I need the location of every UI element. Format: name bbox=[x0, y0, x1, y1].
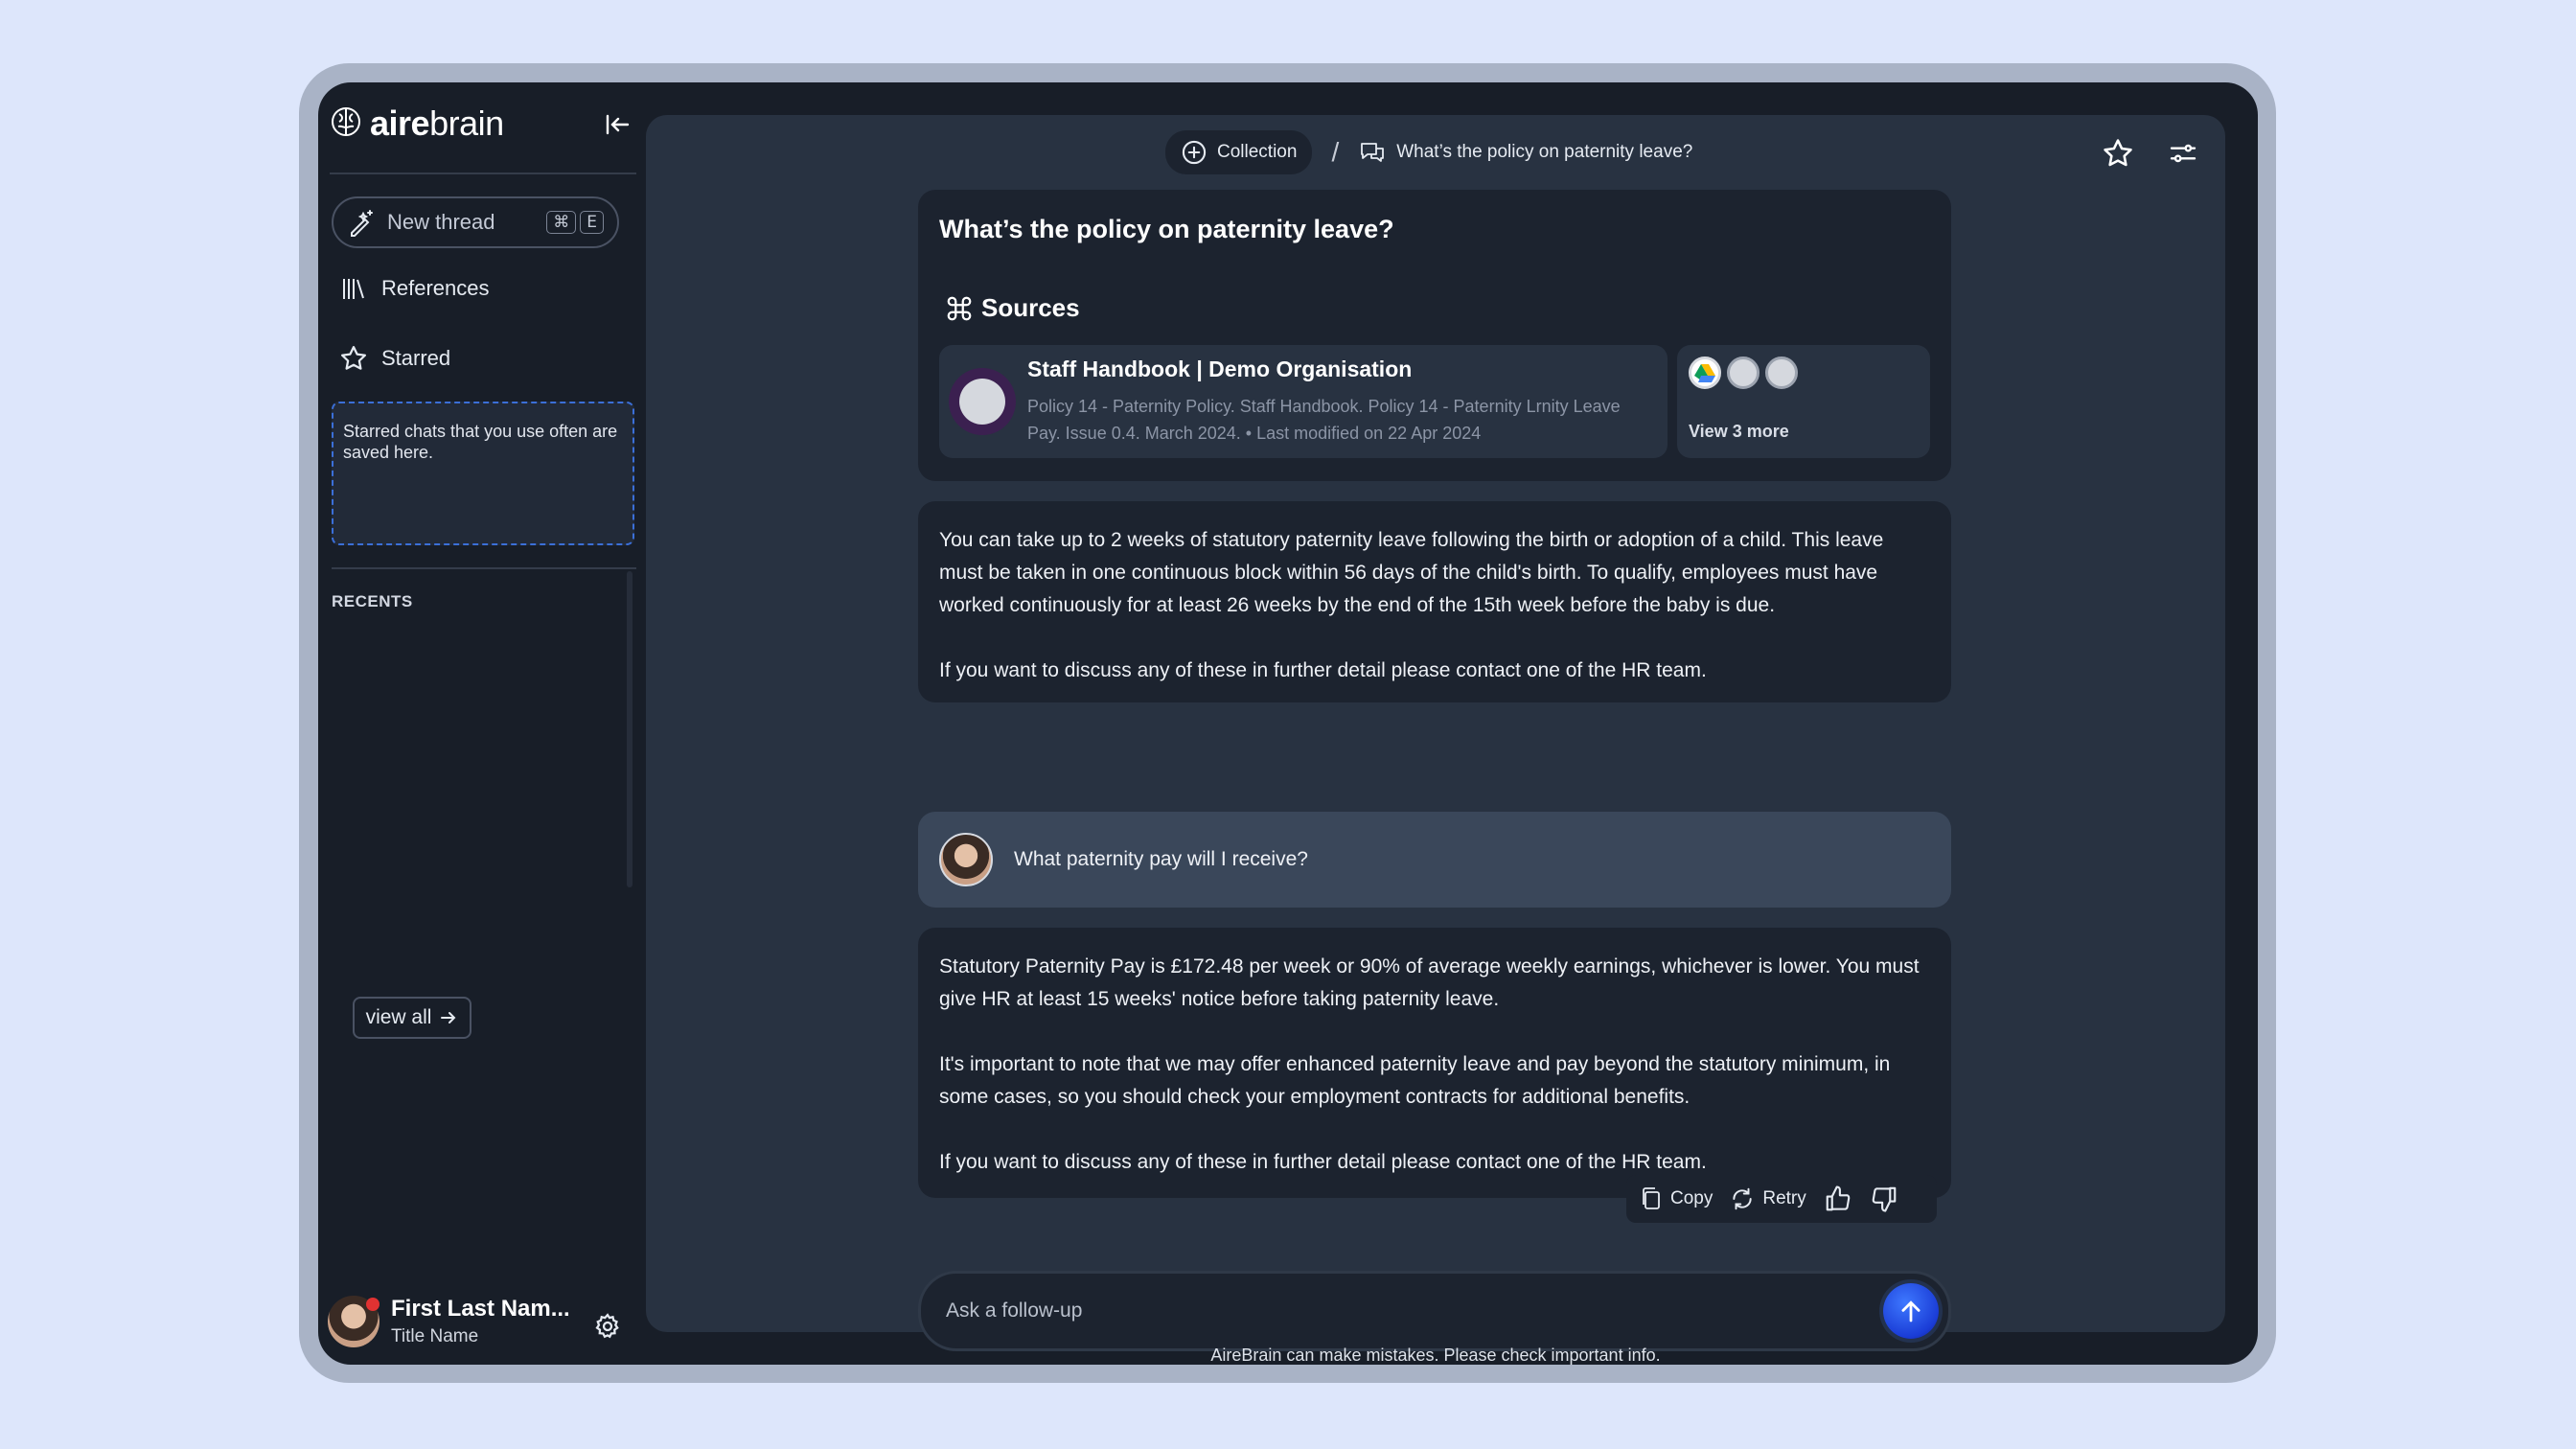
view-more-sources[interactable]: View 3 more bbox=[1677, 345, 1930, 458]
source-title: Staff Handbook | Demo Organisation bbox=[1027, 356, 1413, 381]
thumbs-up-button[interactable] bbox=[1824, 1184, 1852, 1213]
sliders-icon bbox=[2170, 144, 2196, 163]
copy-button[interactable]: Copy bbox=[1640, 1186, 1713, 1211]
main-panel: Collection / What’s the policy on patern… bbox=[646, 115, 2225, 1365]
assistant-answer-2: Statutory Paternity Pay is £172.48 per w… bbox=[918, 928, 1951, 1198]
answer-actions: Copy Retry bbox=[1626, 1175, 1937, 1223]
copy-label: Copy bbox=[1670, 1188, 1714, 1208]
user-message: What paternity pay will I receive? bbox=[918, 812, 1951, 908]
logo-text: airebrain bbox=[370, 104, 504, 143]
source-description: Policy 14 - Paternity Policy. Staff Hand… bbox=[1027, 393, 1650, 447]
collection-button[interactable]: Collection bbox=[1165, 130, 1313, 174]
question-card: What’s the policy on paternity leave? So… bbox=[918, 190, 1951, 481]
answer-paragraph: You can take up to 2 weeks of statutory … bbox=[939, 529, 1884, 616]
assistant-answer-1: You can take up to 2 weeks of statutory … bbox=[918, 501, 1951, 702]
answer-paragraph: If you want to discuss any of these in f… bbox=[939, 1151, 1707, 1173]
followup-input[interactable] bbox=[944, 1299, 1883, 1323]
retry-label: Retry bbox=[1762, 1188, 1806, 1208]
notification-dot bbox=[366, 1298, 380, 1311]
followup-composer bbox=[918, 1271, 1951, 1351]
thread-settings-button[interactable] bbox=[2164, 134, 2202, 172]
recents-heading: RECENTS bbox=[332, 592, 413, 610]
breadcrumb: Collection / What’s the policy on patern… bbox=[1165, 130, 1692, 174]
user-profile[interactable]: First Last Nam... Title Name bbox=[328, 1296, 570, 1347]
recents-scrollbar[interactable] bbox=[627, 571, 632, 887]
avatar bbox=[328, 1296, 380, 1347]
breadcrumb-current-thread: What’s the policy on paternity leave? bbox=[1358, 138, 1692, 167]
source-desc-line1: Policy 14 - Paternity Policy. Staff Hand… bbox=[1027, 397, 1621, 416]
thread-title: What’s the policy on paternity leave? bbox=[1396, 142, 1693, 162]
source-favicons bbox=[1689, 356, 1798, 389]
starred-hint-text: Starred chats that you use often are sav… bbox=[343, 422, 618, 462]
references-label: References bbox=[381, 276, 490, 300]
command-icon bbox=[947, 296, 972, 320]
starred-drop-zone: Starred chats that you use often are sav… bbox=[332, 402, 634, 545]
breadcrumb-separator: / bbox=[1331, 137, 1340, 167]
sidebar: airebrain New thread ⌘ E References Star… bbox=[318, 82, 644, 1365]
send-button[interactable] bbox=[1883, 1283, 1939, 1339]
disclaimer-text: AireBrain can make mistakes. Please chec… bbox=[1210, 1346, 1661, 1365]
source-circle-icon bbox=[1727, 356, 1760, 389]
star-icon bbox=[341, 346, 366, 370]
sidebar-item-starred[interactable]: Starred bbox=[339, 344, 450, 373]
command-key: ⌘ bbox=[546, 211, 577, 234]
thumbs-down-button[interactable] bbox=[1870, 1184, 1898, 1213]
settings-button[interactable] bbox=[590, 1309, 625, 1344]
answer-paragraph: If you want to discuss any of these in f… bbox=[939, 659, 1707, 681]
recents-divider bbox=[332, 567, 636, 569]
question-title: What’s the policy on paternity leave? bbox=[939, 215, 1394, 243]
logo: airebrain bbox=[330, 104, 504, 144]
user-avatar bbox=[939, 833, 993, 886]
brain-icon bbox=[330, 105, 362, 143]
user-message-text: What paternity pay will I receive? bbox=[1014, 848, 1308, 870]
sources-heading: Sources bbox=[945, 293, 1080, 323]
source-card[interactable]: Staff Handbook | Demo Organisation Polic… bbox=[939, 345, 1668, 458]
answer-paragraph: Statutory Paternity Pay is £172.48 per w… bbox=[939, 955, 1920, 1010]
refresh-icon bbox=[1733, 1187, 1753, 1210]
collapse-left-icon bbox=[606, 114, 630, 135]
source-desc-line2: Pay. Issue 0.4. March 2024. • Last modif… bbox=[1027, 424, 1482, 443]
sources-label: Sources bbox=[981, 293, 1080, 322]
source-favicon-icon bbox=[949, 368, 1016, 435]
collapse-sidebar-button[interactable] bbox=[600, 107, 634, 142]
thumbs-up-icon bbox=[1826, 1185, 1851, 1211]
user-name: First Last Nam... bbox=[391, 1296, 570, 1322]
gear-icon bbox=[595, 1313, 619, 1339]
starred-label: Starred bbox=[381, 346, 451, 370]
thumbs-down-icon bbox=[1872, 1186, 1897, 1212]
chat-bubbles-icon bbox=[1361, 143, 1385, 162]
star-thread-button[interactable] bbox=[2099, 134, 2137, 172]
magic-pen-icon bbox=[351, 210, 373, 237]
plus-circle-icon bbox=[1182, 140, 1207, 165]
library-icon bbox=[343, 279, 364, 299]
sidebar-item-references[interactable]: References bbox=[339, 274, 490, 303]
star-outline-icon bbox=[2104, 139, 2132, 167]
answer-paragraph: It's important to note that we may offer… bbox=[939, 1053, 1891, 1108]
user-title: Title Name bbox=[391, 1326, 479, 1346]
arrow-up-icon bbox=[1901, 1300, 1920, 1322]
sidebar-divider bbox=[330, 172, 636, 174]
copy-icon bbox=[1643, 1187, 1660, 1209]
e-key: E bbox=[580, 211, 604, 234]
view-more-label: View 3 more bbox=[1689, 422, 1789, 441]
collection-label: Collection bbox=[1217, 142, 1298, 162]
retry-button[interactable]: Retry bbox=[1730, 1186, 1806, 1211]
view-all-button[interactable]: view all bbox=[353, 997, 472, 1039]
new-thread-button[interactable]: New thread ⌘ E bbox=[332, 196, 619, 248]
app-window: airebrain New thread ⌘ E References Star… bbox=[318, 82, 2258, 1365]
new-thread-label: New thread bbox=[387, 210, 495, 234]
source-circle-icon bbox=[1765, 356, 1798, 389]
arrow-right-icon bbox=[441, 1012, 456, 1024]
view-all-label: view all bbox=[365, 1006, 432, 1028]
shortcut-hint: ⌘ E bbox=[546, 211, 604, 234]
google-drive-icon bbox=[1689, 356, 1721, 389]
